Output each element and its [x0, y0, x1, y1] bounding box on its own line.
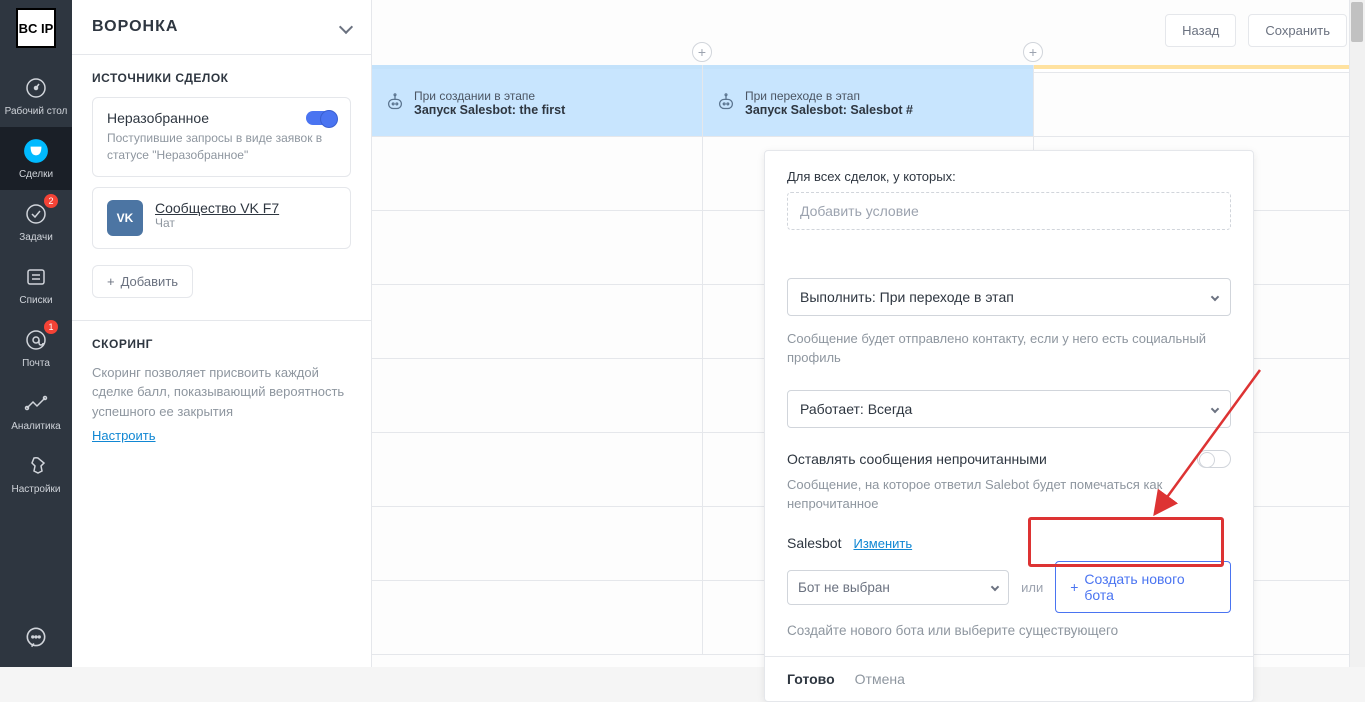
- execute-select-value: Выполнить: При переходе в этап: [800, 289, 1014, 305]
- badge: 2: [44, 194, 58, 208]
- stage-column-1: + При создании в этапе Запуск Salesbot: …: [372, 65, 703, 655]
- stage-line1: При создании в этапе: [414, 89, 565, 103]
- cancel-button[interactable]: Отмена: [855, 671, 905, 687]
- filter-label: Для всех сделок, у которых:: [787, 169, 1231, 184]
- logo: BC IP: [16, 8, 56, 48]
- nav-label: Списки: [19, 295, 52, 306]
- stage-line2: Запуск Salesbot: the first: [414, 103, 565, 117]
- nav-deals[interactable]: Сделки: [0, 127, 72, 190]
- nav-label: Рабочий стол: [5, 106, 68, 117]
- execute-select[interactable]: Выполнить: При переходе в этап: [787, 278, 1231, 316]
- vk-name: Сообщество VK F7: [155, 200, 279, 216]
- stage-card-1[interactable]: При создании в этапе Запуск Salesbot: th…: [372, 65, 702, 137]
- settings-icon: [22, 452, 50, 480]
- execute-hint: Сообщение будет отправлено контакту, есл…: [787, 330, 1231, 368]
- stage-line1: При переходе в этап: [745, 89, 913, 103]
- salesbot-label: Salesbot: [787, 535, 841, 551]
- chevron-down-icon: [1211, 293, 1219, 301]
- stage-card-3[interactable]: [1034, 65, 1364, 73]
- chevron-down-icon[interactable]: [339, 20, 353, 34]
- nav-label: Сделки: [19, 169, 53, 180]
- dashboard-icon: [22, 74, 50, 102]
- create-hint: Создайте нового бота или выберите сущест…: [787, 623, 1231, 638]
- scoring-configure-link[interactable]: Настроить: [92, 428, 156, 443]
- nav-label: Задачи: [19, 232, 53, 243]
- unread-toggle[interactable]: [1197, 450, 1231, 468]
- source-unassigned[interactable]: Неразобранное Поступившие запросы в виде…: [92, 97, 351, 177]
- scrollbar-vertical[interactable]: [1349, 0, 1365, 667]
- back-button[interactable]: Назад: [1165, 14, 1236, 47]
- stage-card-2[interactable]: При переходе в этап Запуск Salesbot: Sal…: [703, 65, 1033, 137]
- nav-dashboard[interactable]: Рабочий стол: [0, 64, 72, 127]
- bot-select-value: Бот не выбран: [798, 580, 890, 595]
- nav-label: Настройки: [11, 484, 60, 495]
- add-label: Добавить: [121, 274, 178, 289]
- plus-icon: +: [1070, 579, 1078, 595]
- salesbot-config-popup: Для всех сделок, у которых: Добавить усл…: [764, 150, 1254, 702]
- stage-line2: Запуск Salesbot: Salesbot #: [745, 103, 913, 117]
- done-button[interactable]: Готово: [787, 671, 835, 687]
- deals-icon: [22, 137, 50, 165]
- scoring-desc: Скоринг позволяет присвоить каждой сделк…: [92, 363, 351, 422]
- or-text: или: [1021, 580, 1043, 595]
- source-vk[interactable]: VK Сообщество VK F7 Чат: [92, 187, 351, 249]
- robot-icon: [715, 92, 737, 114]
- lists-icon: [22, 263, 50, 291]
- nav-lists[interactable]: Списки: [0, 253, 72, 316]
- left-nav: BC IP Рабочий стол Сделки 2 Задачи Спис: [0, 0, 72, 667]
- save-button[interactable]: Сохранить: [1248, 14, 1347, 47]
- unread-hint: Сообщение, на которое ответил Salebot бу…: [787, 476, 1231, 514]
- topbar: Назад Сохранить: [372, 0, 1365, 61]
- chevron-down-icon: [1211, 404, 1219, 412]
- sidebar: ВОРОНКА ИСТОЧНИКИ СДЕЛОК Неразобранное П…: [72, 0, 372, 667]
- works-select[interactable]: Работает: Всегда: [787, 390, 1231, 428]
- create-bot-label: Создать нового бота: [1084, 571, 1216, 603]
- add-stage-icon[interactable]: +: [1023, 42, 1043, 62]
- nav-mail[interactable]: 1 Почта: [0, 316, 72, 379]
- robot-icon: [384, 92, 406, 114]
- source-desc: Поступившие запросы в виде заявок в стат…: [107, 130, 336, 164]
- vk-sub: Чат: [155, 216, 279, 230]
- sources-title: ИСТОЧНИКИ СДЕЛОК: [92, 71, 351, 85]
- nav-label: Почта: [22, 358, 50, 369]
- scoring-title: СКОРИНГ: [92, 337, 351, 351]
- source-name: Неразобранное: [107, 110, 209, 126]
- add-stage-icon[interactable]: +: [692, 42, 712, 62]
- toggle-on[interactable]: [306, 111, 336, 125]
- analytics-icon: [22, 389, 50, 417]
- main: Назад Сохранить + При создании в этапе З…: [372, 0, 1365, 667]
- plus-icon: +: [107, 274, 115, 289]
- scroll-thumb[interactable]: [1351, 2, 1363, 42]
- create-bot-button[interactable]: + Создать нового бота: [1055, 561, 1231, 613]
- sidebar-title: ВОРОНКА: [92, 18, 178, 36]
- nav-analytics[interactable]: Аналитика: [0, 379, 72, 442]
- chat-icon[interactable]: [23, 625, 49, 651]
- vk-icon: VK: [107, 200, 143, 236]
- bot-select[interactable]: Бот не выбран: [787, 570, 1009, 605]
- works-select-value: Работает: Всегда: [800, 401, 912, 417]
- unread-label: Оставлять сообщения непрочитанными: [787, 451, 1047, 467]
- badge: 1: [44, 320, 58, 334]
- nav-tasks[interactable]: 2 Задачи: [0, 190, 72, 253]
- nav-settings[interactable]: Настройки: [0, 442, 72, 505]
- chevron-down-icon: [991, 583, 999, 591]
- change-link[interactable]: Изменить: [853, 536, 912, 551]
- add-condition-input[interactable]: Добавить условие: [787, 192, 1231, 230]
- add-source-button[interactable]: + Добавить: [92, 265, 193, 298]
- nav-label: Аналитика: [11, 421, 61, 432]
